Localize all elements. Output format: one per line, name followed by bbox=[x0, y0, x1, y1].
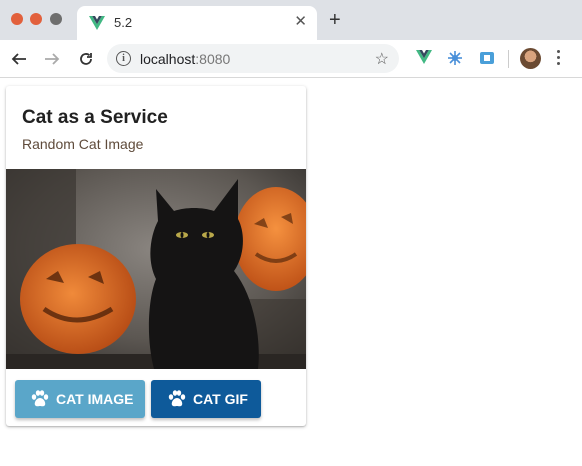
cat-card: Cat as a Service Random Cat Image CAT IM… bbox=[6, 86, 306, 426]
address-bar[interactable]: i localhost:8080 ☆ bbox=[107, 44, 399, 73]
profile-avatar[interactable] bbox=[520, 48, 541, 69]
vue-logo-icon bbox=[89, 16, 105, 30]
cat-photo bbox=[6, 169, 306, 369]
tab-close-icon[interactable]: ✕ bbox=[294, 14, 307, 29]
cat-gif-button-label: CAT GIF bbox=[193, 391, 248, 407]
window-maximize-button[interactable] bbox=[50, 13, 62, 25]
toolbar-separator bbox=[508, 50, 509, 68]
window-close-button[interactable] bbox=[11, 13, 23, 25]
menu-kebab-icon[interactable] bbox=[557, 50, 561, 68]
card-subtitle: Random Cat Image bbox=[22, 136, 144, 152]
browser-toolbar: i localhost:8080 ☆ bbox=[0, 40, 582, 78]
back-button[interactable] bbox=[8, 48, 30, 70]
url-host: localhost bbox=[140, 51, 196, 67]
card-actions: CAT IMAGE CAT GIF bbox=[6, 369, 306, 426]
tab-title: 5.2 bbox=[114, 15, 133, 30]
new-tab-button[interactable]: + bbox=[329, 10, 341, 30]
vue-devtools-icon[interactable] bbox=[416, 50, 432, 64]
forward-button[interactable] bbox=[41, 48, 63, 70]
cat-image-button-label: CAT IMAGE bbox=[56, 391, 134, 407]
url-port: :8080 bbox=[195, 51, 231, 67]
reload-icon bbox=[80, 53, 92, 65]
card-title: Cat as a Service bbox=[22, 107, 168, 128]
tab-strip: 5.2 ✕ + bbox=[0, 0, 582, 40]
arrow-left-icon bbox=[11, 53, 26, 65]
arrow-right-icon bbox=[45, 53, 60, 65]
reload-button[interactable] bbox=[75, 48, 97, 70]
box-extension-icon[interactable] bbox=[479, 50, 495, 66]
browser-tab[interactable]: 5.2 ✕ bbox=[77, 6, 317, 40]
bookmark-star-icon[interactable]: ☆ bbox=[375, 49, 389, 69]
window-minimize-button[interactable] bbox=[30, 13, 42, 25]
paw-icon bbox=[168, 390, 186, 407]
info-icon[interactable]: i bbox=[116, 51, 131, 66]
bug-extension-icon[interactable] bbox=[447, 50, 463, 66]
url-text[interactable]: localhost:8080 bbox=[140, 51, 230, 67]
paw-icon bbox=[31, 390, 49, 407]
cat-image-button[interactable]: CAT IMAGE bbox=[15, 380, 145, 418]
cat-gif-button[interactable]: CAT GIF bbox=[151, 380, 261, 418]
